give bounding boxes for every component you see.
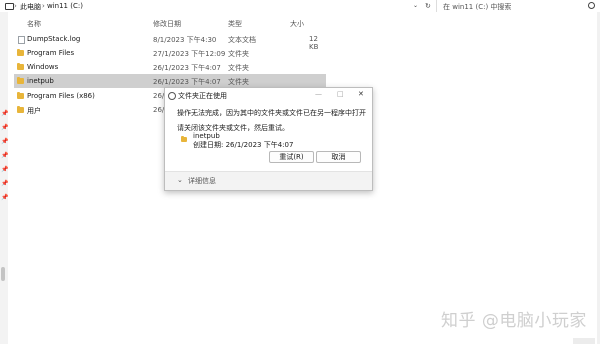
- column-header-date[interactable]: 修改日期: [153, 19, 181, 29]
- sidebar-scrollbar[interactable]: [1, 267, 5, 281]
- pin-icon[interactable]: 📌: [1, 194, 8, 201]
- file-name: DumpStack.log: [27, 35, 81, 43]
- file-name: Windows: [27, 63, 59, 71]
- list-item[interactable]: DumpStack.log 8/1/2023 下午4:30 文本文档 12 KB: [14, 32, 326, 51]
- folder-icon: [17, 92, 24, 99]
- file-date: 27/1/2023 下午12:09: [153, 50, 226, 58]
- file-type: 文件夹: [228, 50, 249, 58]
- file-name: Program Files: [27, 49, 75, 57]
- folder-icon: [17, 49, 24, 56]
- retry-button[interactable]: 重试(R): [269, 151, 314, 163]
- pin-icon[interactable]: 📌: [1, 110, 8, 117]
- chevron-right-icon: ›: [14, 2, 17, 10]
- file-date: 8/1/2023 下午4:30: [153, 36, 217, 44]
- column-header-name[interactable]: 名称: [27, 19, 41, 29]
- folder-icon: [17, 77, 24, 84]
- file-name: inetpub: [27, 77, 54, 85]
- search-box[interactable]: 在 win11 (C:) 中搜索: [436, 0, 600, 12]
- breadcrumb-this-pc[interactable]: 此电脑: [20, 2, 41, 12]
- file-type: 文件夹: [228, 78, 249, 86]
- dialog-footer: ⌄ 详细信息: [165, 171, 372, 190]
- maximize-icon[interactable]: □: [337, 90, 344, 98]
- column-header-type[interactable]: 类型: [228, 19, 242, 29]
- minimize-icon[interactable]: —: [315, 90, 322, 98]
- chevron-right-icon: ›: [42, 2, 45, 10]
- file-type: 文本文档: [228, 36, 256, 44]
- folder-icon: [181, 136, 187, 142]
- list-item[interactable]: Program Files 27/1/2023 下午12:09 文件夹: [14, 46, 326, 60]
- file-date: 26/1/2023 下午4:07: [153, 64, 221, 72]
- this-pc-icon: [5, 3, 14, 10]
- dialog-item-name: inetpub: [193, 132, 220, 140]
- dialog-title: 文件夹正在使用: [178, 92, 227, 100]
- info-icon: [168, 92, 176, 100]
- text-file-icon: [18, 36, 25, 44]
- list-item[interactable]: Windows 26/1/2023 下午4:07 文件夹: [14, 60, 326, 74]
- watermark: 知乎 @电脑小玩家: [441, 311, 587, 331]
- breadcrumb-drive[interactable]: win11 (C:): [47, 2, 83, 10]
- dialog-item-created: 创建日期: 26/1/2023 下午4:07: [193, 141, 294, 149]
- folder-icon: [17, 106, 24, 113]
- close-icon[interactable]: ✕: [358, 90, 364, 98]
- folder-icon: [17, 63, 24, 70]
- file-date: 26/: [153, 92, 165, 100]
- navigation-pane: 📌 📌 📌 📌 📌 📌 📌: [0, 12, 8, 344]
- pin-icon[interactable]: 📌: [1, 124, 8, 131]
- pin-icon[interactable]: 📌: [1, 152, 8, 159]
- pin-icon[interactable]: 📌: [1, 138, 8, 145]
- pin-icon[interactable]: 📌: [1, 180, 8, 187]
- file-name: 用户: [27, 107, 41, 115]
- cancel-button[interactable]: 取消: [316, 151, 361, 163]
- file-date: 26/: [153, 106, 165, 114]
- folder-in-use-dialog: 文件夹正在使用 — □ ✕ 操作无法完成，因为其中的文件夹或文件已在另一程序中打…: [164, 87, 373, 191]
- search-input[interactable]: 在 win11 (C:) 中搜索: [443, 2, 511, 12]
- chevron-down-icon[interactable]: ⌄: [413, 2, 418, 9]
- pin-icon[interactable]: 📌: [1, 166, 8, 173]
- column-header-size[interactable]: 大小: [290, 19, 304, 29]
- dialog-message: 操作无法完成，因为其中的文件夹或文件已在另一程序中打开: [177, 109, 366, 117]
- refresh-icon[interactable]: ↻: [425, 2, 431, 10]
- file-type: 文件夹: [228, 64, 249, 72]
- search-icon: [588, 2, 595, 9]
- more-details-link[interactable]: 详细信息: [188, 176, 216, 186]
- chevron-down-icon[interactable]: ⌄: [177, 176, 183, 184]
- file-date: 26/1/2023 下午4:07: [153, 78, 221, 86]
- list-item-selected[interactable]: inetpub 26/1/2023 下午4:07 文件夹: [14, 74, 326, 88]
- corner-decoration: [573, 338, 595, 344]
- file-name: Program Files (x86): [27, 92, 95, 100]
